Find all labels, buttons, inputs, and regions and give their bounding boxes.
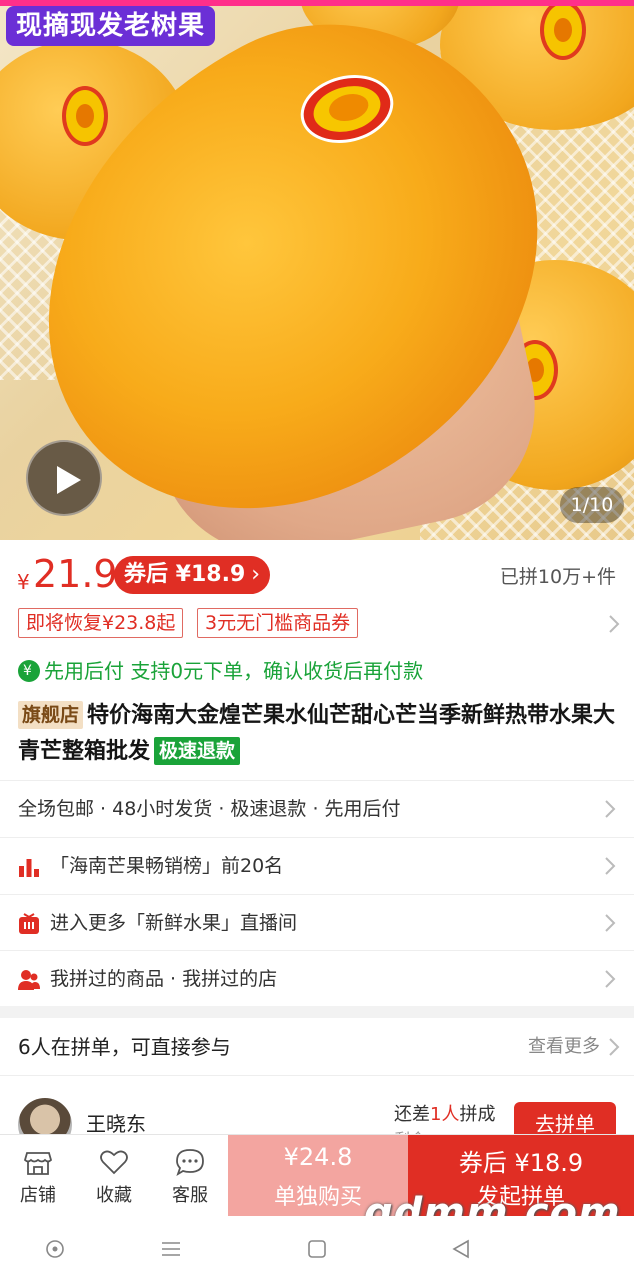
- fast-refund-badge: 极速退款: [154, 737, 241, 765]
- background-sticker: [62, 86, 108, 146]
- service-label: 客服: [172, 1185, 208, 1206]
- price-value: 21.9: [33, 552, 118, 596]
- pay-later-row[interactable]: 先用后付 支持0元下单，确认收货后再付款: [18, 656, 423, 686]
- history-row[interactable]: 我拼过的商品 · 我拼过的店: [0, 950, 634, 1006]
- assistant-icon[interactable]: [44, 1238, 66, 1260]
- menu-icon[interactable]: [160, 1238, 182, 1260]
- product-title-text: 特价海南大金煌芒果水仙芒甜心芒当季新鲜热带水果大青芒整箱批发: [18, 703, 616, 764]
- store-tab[interactable]: 店铺: [0, 1135, 76, 1217]
- coupon-price-label: 券后 ¥18.9: [124, 562, 246, 587]
- flagship-badge: 旗舰店: [18, 701, 84, 729]
- live-room-text: 进入更多「新鲜水果」直播间: [50, 912, 298, 934]
- service-tab[interactable]: 客服: [152, 1135, 228, 1217]
- promo-tags-row[interactable]: 即将恢复¥23.8起 3元无门槛商品券: [0, 608, 634, 640]
- live-room-row[interactable]: 进入更多「新鲜水果」直播间: [0, 894, 634, 950]
- join-group-button[interactable]: 去拼单: [514, 1102, 616, 1134]
- chevron-right-icon: [609, 1038, 620, 1056]
- home-icon[interactable]: [306, 1238, 328, 1260]
- section-divider: [0, 1006, 634, 1018]
- play-icon: [57, 466, 81, 494]
- favorite-tab[interactable]: 收藏: [76, 1135, 152, 1217]
- buy-alone-price: ¥24.8: [283, 1143, 353, 1171]
- favorite-label: 收藏: [96, 1185, 132, 1206]
- price-restore-tag: 即将恢复¥23.8起: [18, 608, 184, 638]
- ranking-row[interactable]: 「海南芒果畅销榜」前20名: [0, 837, 634, 893]
- back-icon[interactable]: [450, 1238, 472, 1260]
- need-count: 1人: [430, 1104, 460, 1125]
- coupon-tag: 3元无门槛商品券: [197, 608, 359, 638]
- chevron-right-icon: [605, 914, 616, 932]
- background-sticker: [540, 0, 586, 60]
- price-row: ¥ 21.9 券后 ¥18.9 › 已拼10万+件: [0, 548, 634, 604]
- need-prefix: 还差: [394, 1104, 430, 1125]
- group-buy-header[interactable]: 6人在拼单，可直接参与 查看更多: [0, 1018, 634, 1076]
- hero-banner: 现摘现发老树果: [6, 6, 216, 46]
- service-text: 全场包邮 · 48小时发货 · 极速退款 · 先用后付: [18, 798, 401, 820]
- avatar: [18, 1098, 72, 1134]
- image-counter: 1/10: [560, 487, 624, 523]
- ranking-text: 「海南芒果畅销榜」前20名: [50, 855, 284, 877]
- live-tv-icon: [19, 913, 39, 934]
- start-group-price: 券后 ¥18.9: [458, 1149, 584, 1177]
- people-icon: [18, 970, 40, 990]
- chevron-right-icon: [605, 800, 616, 818]
- group-buy-item: 王晓东 还差1人拼成 剩余 去拼单: [0, 1078, 634, 1134]
- view-more-link[interactable]: 查看更多: [528, 1018, 600, 1076]
- heart-icon: [100, 1150, 128, 1175]
- pay-later-text: 先用后付 支持0元下单，确认收货后再付款: [44, 659, 424, 683]
- history-text: 我拼过的商品 · 我拼过的店: [50, 968, 278, 990]
- sold-count: 已拼10万+件: [499, 566, 616, 588]
- group-buy-title: 6人在拼单，可直接参与: [18, 1035, 231, 1059]
- chat-bubble-icon: [176, 1149, 204, 1177]
- product-title: 旗舰店 特价海南大金煌芒果水仙芒甜心芒当季新鲜热带水果大青芒整箱批发 极速退款: [18, 698, 618, 770]
- system-nav-bar: [0, 1216, 634, 1280]
- chevron-right-icon: ›: [251, 562, 260, 587]
- service-row[interactable]: 全场包邮 · 48小时发货 · 极速退款 · 先用后付: [0, 780, 634, 836]
- group-user-name: 王晓东: [86, 1112, 146, 1134]
- need-suffix: 拼成: [459, 1104, 496, 1125]
- price-currency: ¥: [17, 570, 30, 594]
- group-need-text: 还差1人拼成: [394, 1100, 495, 1126]
- pay-later-icon: [18, 656, 40, 686]
- store-icon: [23, 1152, 53, 1175]
- store-label: 店铺: [20, 1185, 56, 1206]
- coupon-price-button[interactable]: 券后 ¥18.9 ›: [114, 556, 270, 594]
- chevron-right-icon: [605, 970, 616, 988]
- product-image-carousel[interactable]: 现摘现发老树果 1/10: [0, 0, 634, 540]
- group-remaining-time: 剩余: [394, 1126, 426, 1134]
- chevron-right-icon: [609, 615, 620, 633]
- chevron-right-icon: [605, 857, 616, 875]
- ranking-icon: [19, 859, 39, 877]
- play-video-button[interactable]: [26, 440, 102, 516]
